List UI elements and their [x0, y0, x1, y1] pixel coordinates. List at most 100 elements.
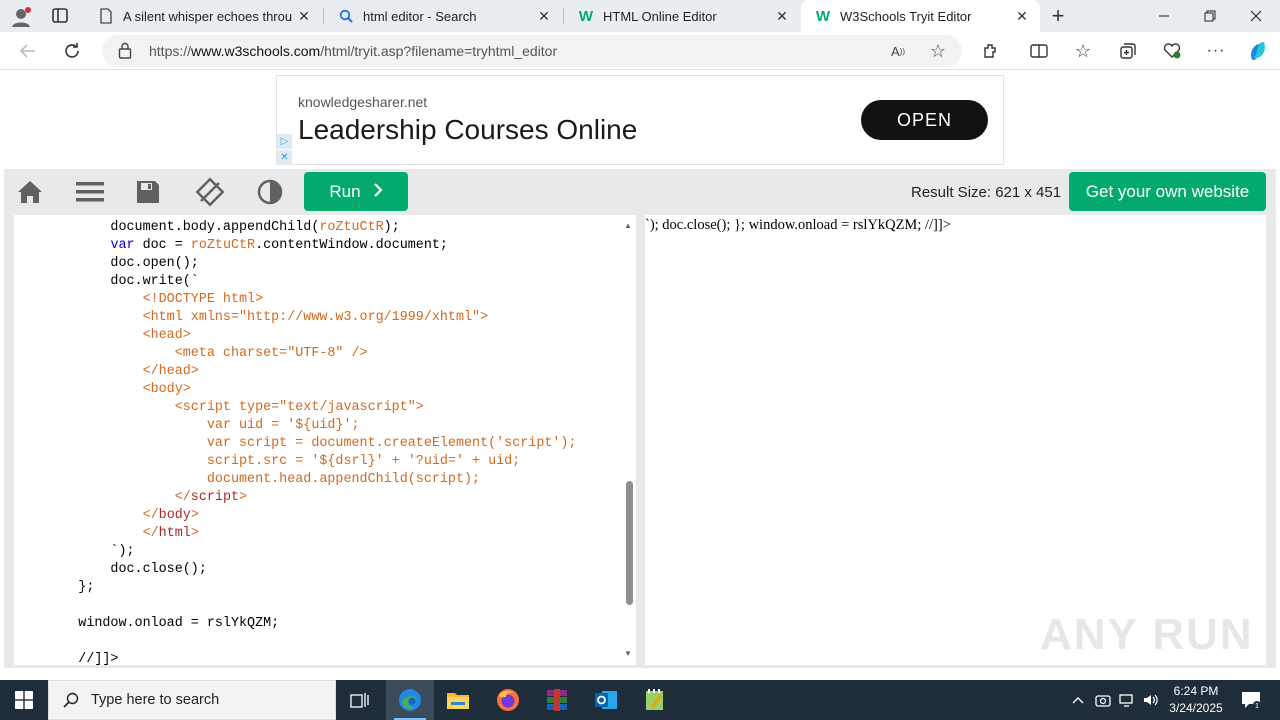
- code-line[interactable]: script.src = '${dsrl}' + '?uid=' + uid;: [14, 453, 577, 471]
- code-token: roZtuCtR: [190, 238, 256, 253]
- windows-start-icon[interactable]: [0, 680, 48, 720]
- code-line[interactable]: </head>: [14, 363, 577, 381]
- file-explorer-icon[interactable]: [434, 680, 482, 720]
- close-tab-icon[interactable]: ✕: [1010, 8, 1034, 25]
- code-line[interactable]: var script = document.createElement('scr…: [14, 435, 577, 453]
- theme-toggle-icon[interactable]: [254, 177, 286, 207]
- code-line[interactable]: `);: [14, 543, 577, 561]
- code-line[interactable]: <head>: [14, 327, 577, 345]
- code-line[interactable]: <meta charset="UTF-8" />: [14, 345, 577, 363]
- settings-more-icon[interactable]: ···: [1201, 36, 1231, 66]
- code-line[interactable]: <script type="text/javascript">: [14, 399, 577, 417]
- code-line[interactable]: doc.open();: [14, 255, 577, 273]
- close-tab-icon[interactable]: ✕: [532, 8, 556, 25]
- profile-icon[interactable]: [10, 6, 32, 28]
- code-content[interactable]: document.body.appendChild(roZtuCtR); var…: [14, 219, 577, 665]
- ad-open-button[interactable]: OPEN: [861, 100, 988, 140]
- code-line[interactable]: var uid = '${uid}';: [14, 417, 577, 435]
- scroll-up-arrow-icon[interactable]: ▲: [624, 221, 632, 230]
- scrollbar-thumb[interactable]: [626, 481, 633, 605]
- notifications-icon[interactable]: 1: [1236, 680, 1266, 720]
- browser-essentials-icon[interactable]: [1157, 36, 1187, 66]
- extensions-icon[interactable]: [976, 36, 1006, 66]
- system-clock[interactable]: 6:24 PM 3/24/2025: [1160, 683, 1232, 717]
- outlook-icon[interactable]: [582, 680, 630, 720]
- address-bar[interactable]: https://www.w3schools.com/html/tryit.asp…: [102, 35, 962, 67]
- back-button[interactable]: [13, 36, 43, 66]
- favorite-star-icon[interactable]: ☆: [928, 41, 948, 61]
- rotate-layout-icon[interactable]: [194, 177, 226, 207]
- get-your-own-website-button[interactable]: Get your own website: [1069, 172, 1266, 211]
- code-line[interactable]: //]]>: [14, 651, 577, 665]
- close-tab-icon[interactable]: ✕: [292, 8, 316, 25]
- tab-silent-whisper[interactable]: A silent whisper echoes through ✕: [84, 0, 322, 32]
- search-icon: [63, 692, 79, 708]
- code-token: html: [158, 526, 191, 541]
- code-line[interactable]: document.body.appendChild(roZtuCtR);: [14, 219, 577, 237]
- code-line[interactable]: };: [14, 579, 577, 597]
- code-token: window.onload = rslYkQZM;: [14, 616, 280, 631]
- scroll-down-arrow-icon[interactable]: ▼: [624, 649, 632, 658]
- code-line[interactable]: </html>: [14, 525, 577, 543]
- tab-w3schools-tryit[interactable]: W W3Schools Tryit Editor ✕: [801, 0, 1040, 32]
- editor-scrollbar[interactable]: ▲ ▼: [622, 215, 636, 665]
- tab-html-editor-search[interactable]: html editor - Search ✕: [324, 0, 562, 32]
- document-icon: [98, 8, 114, 24]
- collections-icon[interactable]: [1113, 36, 1143, 66]
- code-line[interactable]: window.onload = rslYkQZM;: [14, 615, 577, 633]
- restore-button[interactable]: [1187, 0, 1233, 32]
- ad-banner[interactable]: ▷ ✕ knowledgesharer.net Leadership Cours…: [276, 75, 1004, 165]
- navigation-bar: https://www.w3schools.com/html/tryit.asp…: [0, 32, 1280, 70]
- code-line[interactable]: document.head.appendChild(script);: [14, 471, 577, 489]
- save-icon[interactable]: [132, 177, 164, 207]
- taskbar-search-box[interactable]: Type here to search: [48, 680, 336, 720]
- tab-strip: A silent whisper echoes through ✕ html e…: [0, 0, 1280, 32]
- home-icon[interactable]: [14, 177, 46, 207]
- task-view-icon[interactable]: [336, 680, 384, 720]
- winrar-icon[interactable]: [533, 680, 581, 720]
- result-pane[interactable]: `); doc.close(); }; window.onload = rslY…: [645, 215, 1266, 665]
- code-line[interactable]: doc.close();: [14, 561, 577, 579]
- code-editor[interactable]: document.body.appendChild(roZtuCtR); var…: [14, 215, 636, 665]
- split-screen-icon[interactable]: [1024, 36, 1054, 66]
- run-button[interactable]: Run: [304, 172, 408, 211]
- network-icon[interactable]: [1116, 680, 1138, 720]
- code-line[interactable]: </body>: [14, 507, 577, 525]
- firefox-icon[interactable]: [484, 680, 532, 720]
- refresh-button[interactable]: [57, 36, 87, 66]
- show-hidden-icons-chevron-icon[interactable]: [1068, 680, 1088, 720]
- tab-title: html editor - Search: [363, 8, 477, 24]
- url-scheme: https://: [149, 43, 192, 59]
- ad-choices-icon[interactable]: ▷: [277, 134, 292, 149]
- clock-date: 3/24/2025: [1169, 701, 1223, 715]
- notepad-plus-icon[interactable]: [631, 680, 679, 720]
- menu-icon[interactable]: [74, 177, 106, 207]
- code-line[interactable]: doc.write(`: [14, 273, 577, 291]
- code-token: };: [14, 580, 95, 595]
- edge-browser-icon[interactable]: [386, 680, 434, 720]
- minimize-button[interactable]: [1141, 0, 1187, 32]
- copilot-icon[interactable]: [1243, 36, 1273, 66]
- lock-icon[interactable]: [118, 42, 132, 64]
- tab-actions-icon[interactable]: [50, 7, 70, 25]
- favorites-icon[interactable]: ☆: [1068, 36, 1098, 66]
- code-line[interactable]: </script>: [14, 489, 577, 507]
- code-line[interactable]: [14, 633, 577, 651]
- code-line[interactable]: <html xmlns="http://www.w3.org/1999/xhtm…: [14, 309, 577, 327]
- code-line[interactable]: var doc = roZtuCtR.contentWindow.documen…: [14, 237, 577, 255]
- volume-icon[interactable]: [1140, 680, 1162, 720]
- ad-close-icon[interactable]: ✕: [277, 150, 292, 165]
- new-tab-button[interactable]: +: [1046, 3, 1070, 28]
- code-token: body: [158, 508, 191, 523]
- meet-now-icon[interactable]: [1092, 680, 1114, 720]
- url-text[interactable]: https://www.w3schools.com/html/tryit.asp…: [149, 43, 557, 59]
- ad-banner-area: ▷ ✕ knowledgesharer.net Leadership Cours…: [4, 71, 1276, 169]
- code-line[interactable]: <body>: [14, 381, 577, 399]
- code-line[interactable]: [14, 597, 577, 615]
- read-aloud-icon[interactable]: A)): [888, 41, 908, 61]
- close-window-button[interactable]: [1233, 0, 1279, 32]
- code-line[interactable]: <!DOCTYPE html>: [14, 291, 577, 309]
- ad-headline[interactable]: Leadership Courses Online: [298, 114, 637, 146]
- close-tab-icon[interactable]: ✕: [770, 8, 794, 25]
- tab-html-online-editor[interactable]: W HTML Online Editor ✕: [564, 0, 800, 32]
